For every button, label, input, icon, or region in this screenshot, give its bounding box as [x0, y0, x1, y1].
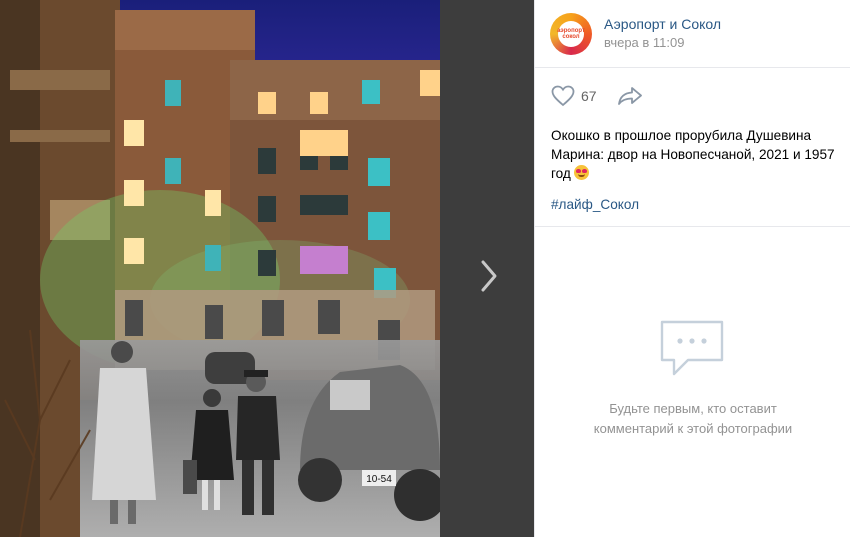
photo-illustration: 10-54 [0, 0, 440, 537]
comments-divider [535, 226, 850, 227]
like-button[interactable]: 67 [551, 85, 597, 107]
empty-comments-line2: комментарий к этой фотографии [593, 421, 793, 436]
photo-viewer: 10-54 [0, 0, 534, 537]
empty-comments-line1: Будьте первым, кто оставит [609, 401, 777, 416]
empty-comments: Будьте первым, кто оставит комментарий к… [535, 318, 850, 439]
next-photo-button[interactable] [476, 256, 502, 296]
heart-eyes-emoji-icon [573, 165, 589, 180]
post-header: аэропорт сокол Аэропорт и Сокол вчера в … [535, 0, 850, 68]
chevron-right-icon [481, 260, 497, 292]
hashtag-link[interactable]: #лайф_Сокол [535, 183, 850, 212]
like-count: 67 [581, 87, 597, 104]
post-caption: Окошко в прошлое прорубила Душевина Мари… [535, 123, 850, 183]
avatar-logo-text: аэропорт сокол [557, 27, 585, 40]
post-actions: 67 [535, 68, 850, 123]
caption-text: Окошко в прошлое прорубила Душевина Мари… [551, 128, 835, 181]
share-arrow-icon [617, 86, 642, 105]
group-name-link[interactable]: Аэропорт и Сокол [604, 15, 721, 33]
post-time[interactable]: вчера в 11:09 [604, 34, 721, 52]
post-side-panel: аэропорт сокол Аэропорт и Сокол вчера в … [534, 0, 850, 537]
share-button[interactable] [617, 86, 643, 106]
group-avatar[interactable]: аэропорт сокол [550, 12, 592, 55]
comments-icon [660, 320, 724, 376]
post-photo[interactable]: 10-54 [0, 0, 440, 537]
car-plate: 10-54 [366, 474, 392, 485]
heart-icon [551, 85, 575, 106]
